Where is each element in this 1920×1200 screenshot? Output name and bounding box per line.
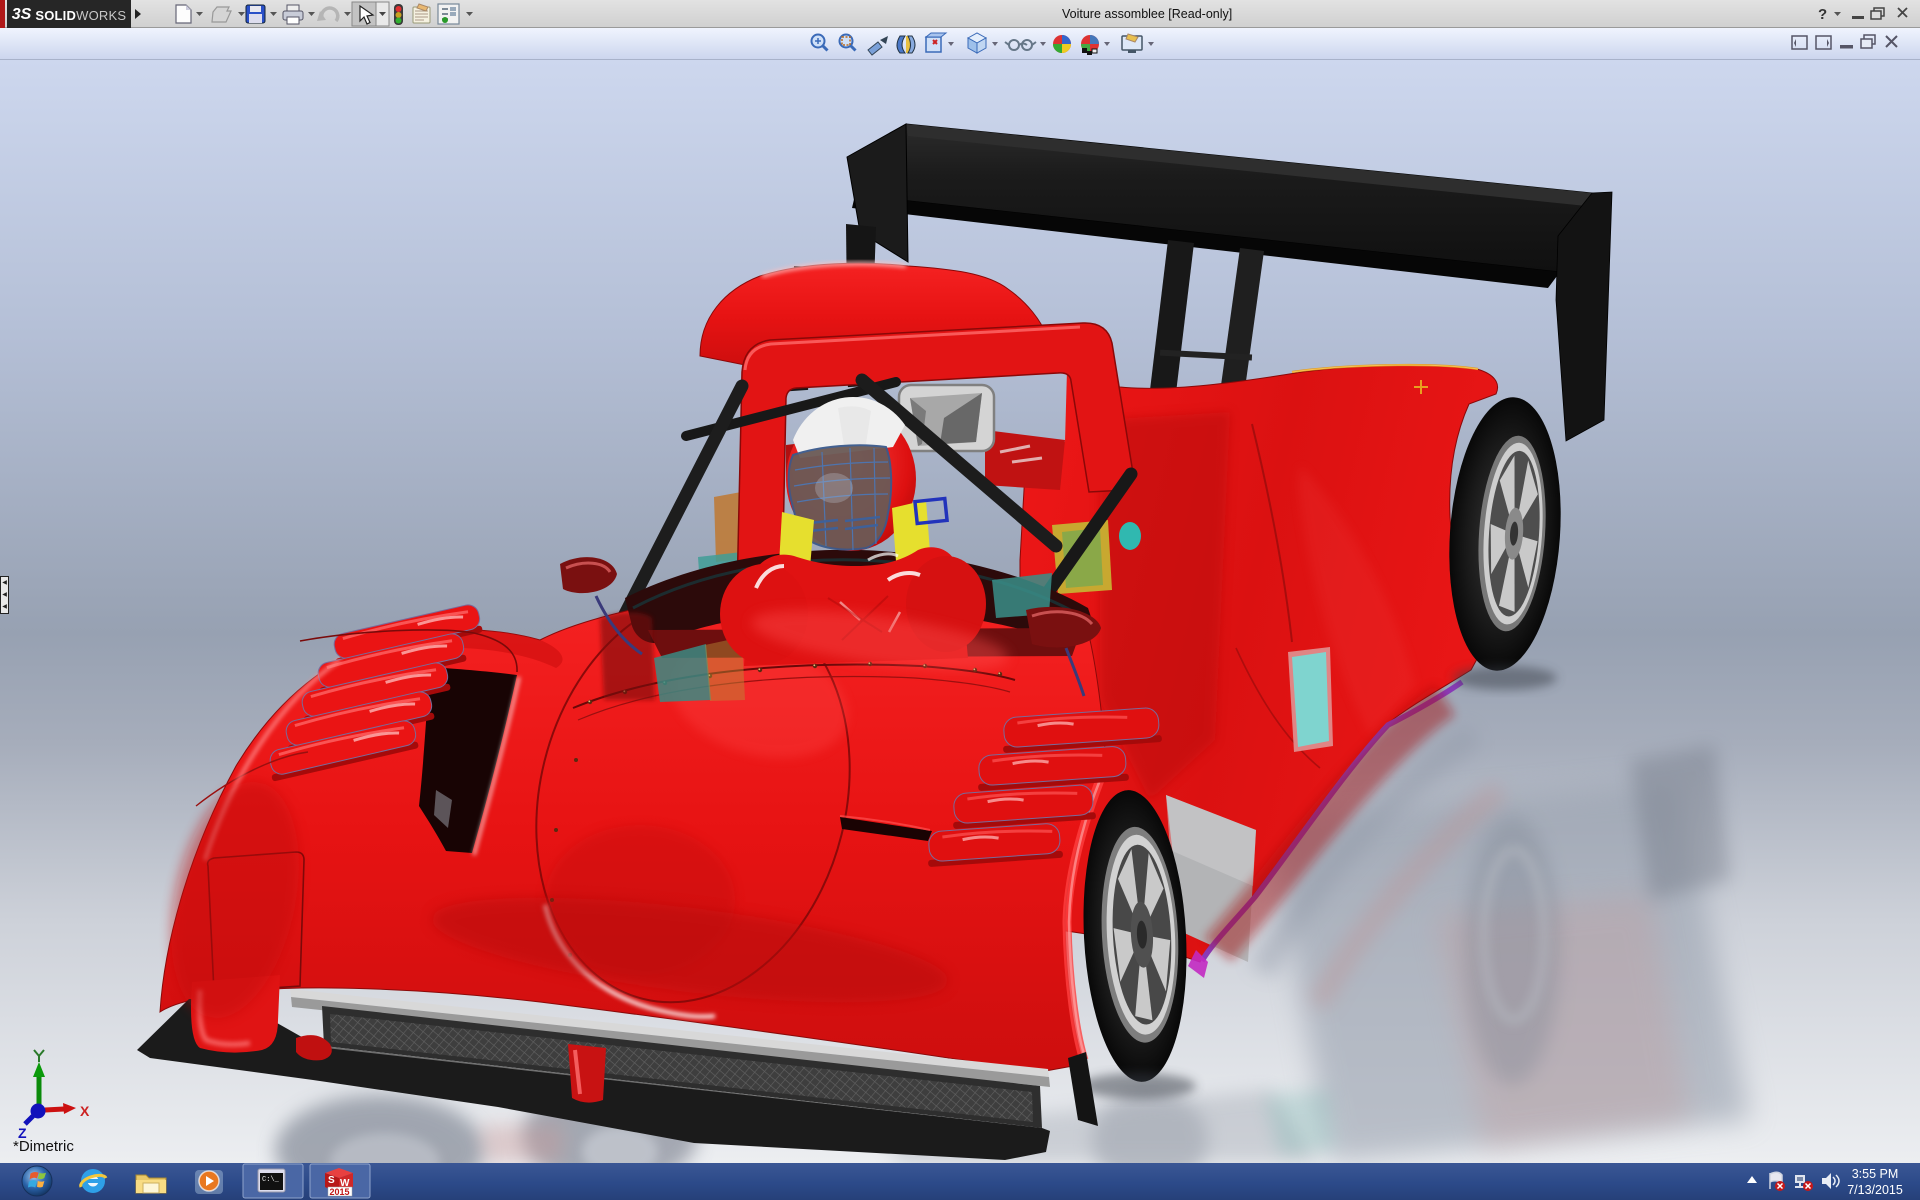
svg-text:2015: 2015 — [330, 1187, 350, 1197]
svg-text:?: ? — [1818, 6, 1827, 23]
svg-text:S: S — [328, 1175, 335, 1186]
svg-text:X: X — [80, 1103, 90, 1119]
svg-text:Z: Z — [18, 1125, 27, 1141]
svg-text:C:\_: C:\_ — [262, 1176, 280, 1184]
